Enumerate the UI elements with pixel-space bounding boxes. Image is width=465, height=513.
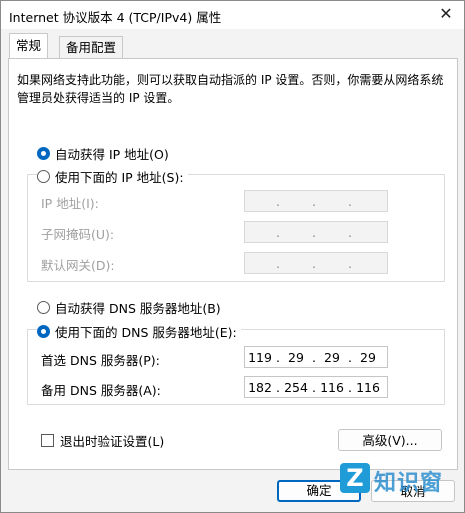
- auto-dns-option[interactable]: 自动获得 DNS 服务器地址(B): [37, 298, 221, 317]
- alternate-dns-input[interactable]: 182. 254. 116. 116: [244, 376, 388, 398]
- manual-dns-radio[interactable]: [37, 325, 50, 338]
- auto-ip-option[interactable]: 自动获得 IP 地址(O): [37, 144, 169, 163]
- preferred-dns-input[interactable]: 119. 29. 29. 29: [244, 346, 388, 368]
- watermark-text: 知识窗: [374, 471, 444, 496]
- window-title: Internet 协议版本 4 (TCP/IPv4) 属性: [9, 10, 222, 25]
- manual-ip-option[interactable]: 使用下面的 IP 地址(S):: [37, 167, 188, 186]
- auto-dns-label: 自动获得 DNS 服务器地址(B): [55, 301, 221, 316]
- watermark-logo: Z 知识窗: [340, 463, 460, 511]
- advanced-button[interactable]: 高级(V)...: [338, 429, 442, 451]
- manual-dns-label: 使用下面的 DNS 服务器地址(E):: [55, 325, 237, 340]
- auto-dns-radio[interactable]: [37, 301, 50, 314]
- validate-on-exit-checkbox[interactable]: [41, 434, 54, 447]
- description-text: 如果网络支持此功能，则可以获取自动指派的 IP 设置。否则，你需要从网络系统管理…: [17, 73, 444, 105]
- validate-on-exit-option[interactable]: 退出时验证设置(L): [41, 431, 164, 450]
- manual-ip-label: 使用下面的 IP 地址(S):: [55, 170, 184, 185]
- manual-dns-option[interactable]: 使用下面的 DNS 服务器地址(E):: [37, 322, 241, 341]
- manual-ip-radio[interactable]: [37, 170, 50, 183]
- watermark-z-mark: Z: [340, 463, 370, 493]
- general-panel: 如果网络支持此功能，则可以获取自动指派的 IP 设置。否则，你需要从网络系统管理…: [8, 58, 458, 470]
- validate-on-exit-label: 退出时验证设置(L): [60, 434, 165, 449]
- auto-ip-radio[interactable]: [37, 147, 50, 160]
- ip-address-label: IP 地址(I):: [41, 196, 99, 211]
- default-gateway-input[interactable]: . . .: [244, 252, 388, 274]
- close-icon[interactable]: ✕: [433, 3, 459, 25]
- subnet-mask-input[interactable]: . . .: [244, 221, 388, 243]
- dialog-window: Internet 协议版本 4 (TCP/IPv4) 属性 ✕ 常规 备用配置 …: [0, 0, 465, 513]
- default-gateway-label: 默认网关(D):: [41, 258, 115, 273]
- alternate-dns-label: 备用 DNS 服务器(A):: [41, 383, 161, 398]
- ip-address-input[interactable]: . . .: [244, 190, 388, 212]
- auto-ip-label: 自动获得 IP 地址(O): [55, 147, 169, 162]
- preferred-dns-label: 首选 DNS 服务器(P):: [41, 353, 160, 368]
- title-bar: Internet 协议版本 4 (TCP/IPv4) 属性 ✕: [1, 1, 464, 29]
- tab-alternate-config[interactable]: 备用配置: [59, 36, 124, 59]
- tab-general[interactable]: 常规: [9, 33, 49, 60]
- subnet-mask-label: 子网掩码(U):: [41, 227, 115, 242]
